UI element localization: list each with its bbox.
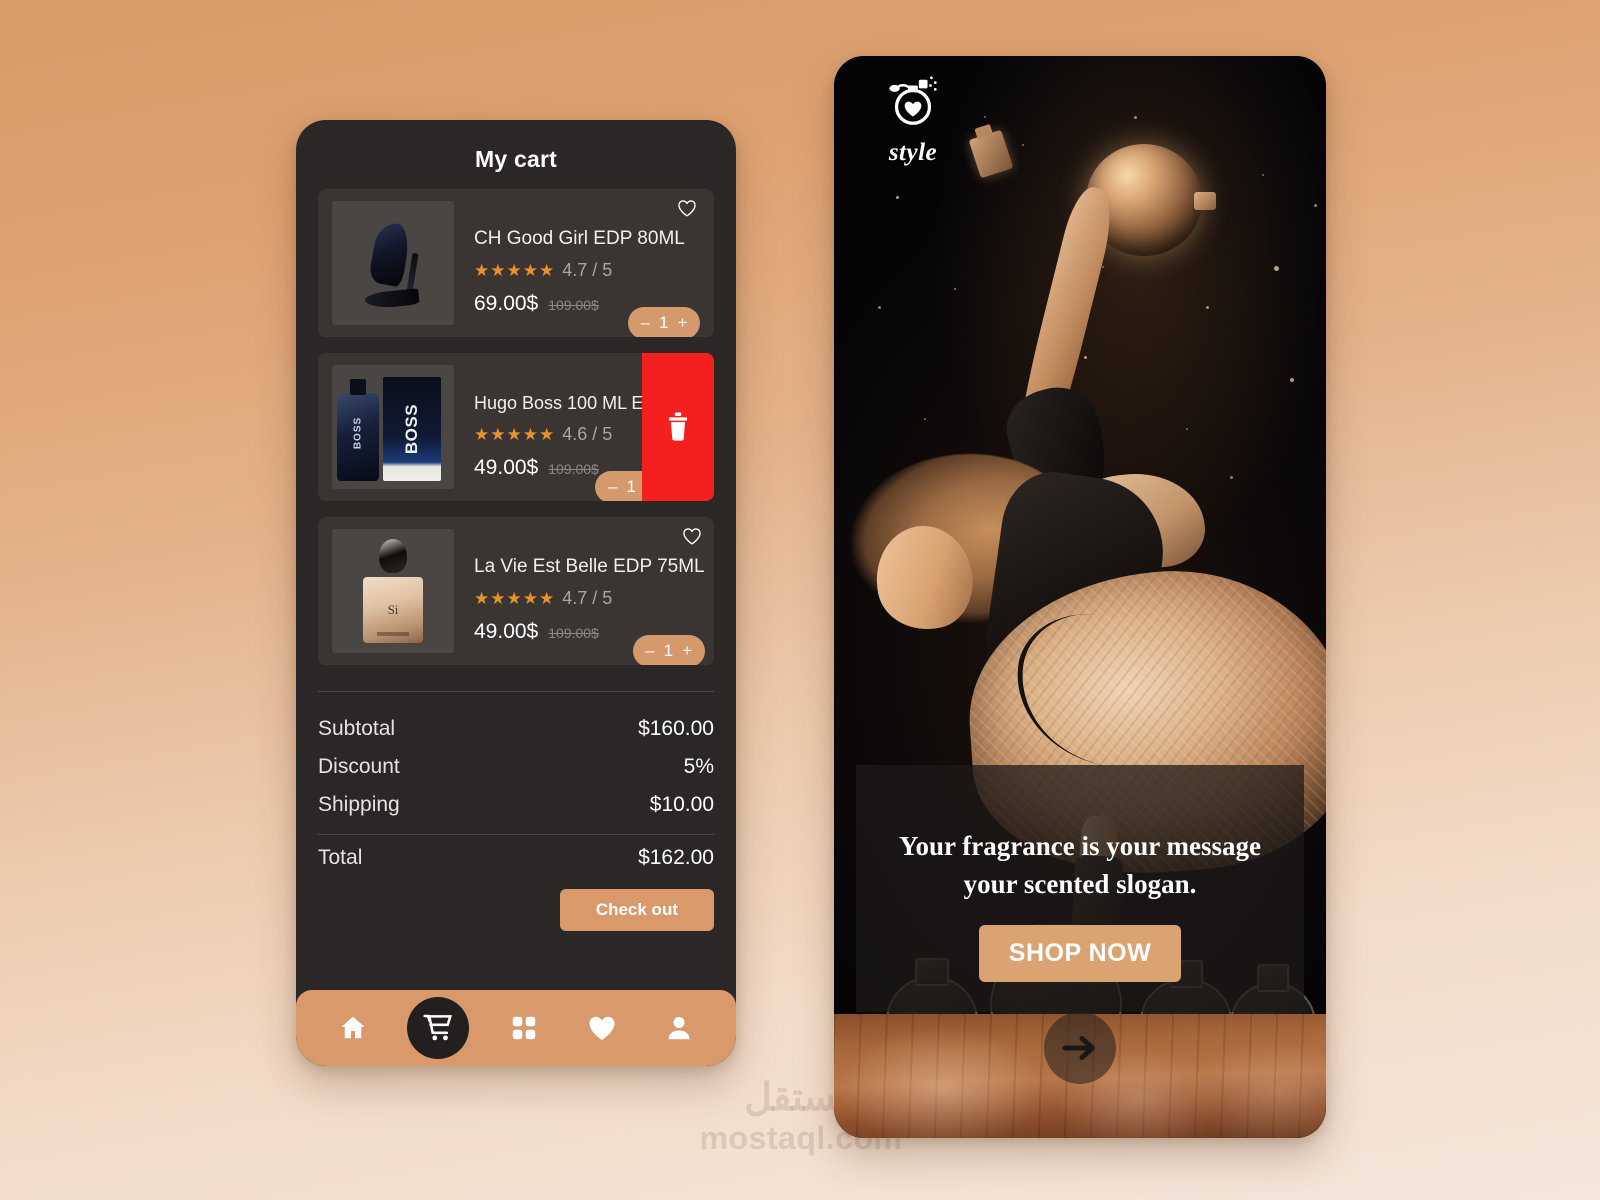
product-thumbnail[interactable]: BOSS — [332, 365, 454, 489]
quantity-value: 1 — [626, 477, 636, 496]
high-heel-bottle-art — [359, 215, 427, 311]
promo-slogan-line-1: Your fragrance is your message — [899, 831, 1261, 861]
next-slide-button[interactable] — [1044, 1012, 1116, 1084]
boss-box-label: BOSS — [402, 403, 421, 455]
summary-row-discount: Discount 5% — [318, 748, 714, 786]
product-name: La Vie Est Belle EDP 75ML — [474, 556, 705, 577]
current-price: 49.00$ — [474, 456, 539, 479]
quantity-value: 1 — [659, 313, 669, 332]
subtotal-value: $160.00 — [638, 717, 714, 740]
product-rating: ★★★★★ 4.7 / 5 — [474, 260, 700, 281]
shop-now-button[interactable]: SHOP NOW — [978, 925, 1182, 982]
original-price: 109.00$ — [548, 461, 599, 477]
quantity-stepper[interactable]: – 1 + — [632, 635, 705, 665]
checkout-area: Check out — [318, 889, 714, 931]
summary-divider — [318, 834, 714, 835]
summary-row-total: Total $162.00 — [318, 839, 714, 877]
heart-filled-icon — [589, 1016, 615, 1040]
trash-icon — [668, 412, 688, 441]
grid-categories-icon — [512, 1016, 536, 1040]
promo-phone-mockup: style Your fragrance is your message you… — [834, 56, 1326, 1138]
summary-row-subtotal: Subtotal $160.00 — [318, 710, 714, 748]
decrease-quantity-button[interactable]: – — [641, 313, 650, 333]
cart-phone-mockup: My cart CH Good Girl EDP 80ML ★★★★★ 4.7 … — [296, 120, 736, 1066]
cart-item-row[interactable]: BOSS Hugo Boss 100 ML EDT ★★★★★ 4.6 / 5 … — [318, 353, 714, 501]
summary-row-shipping: Shipping $10.00 — [318, 786, 714, 824]
shipping-label: Shipping — [318, 793, 400, 816]
increase-quantity-button[interactable]: + — [678, 313, 688, 333]
bottom-navigation-bar — [296, 990, 736, 1066]
nav-item-cart[interactable] — [407, 997, 470, 1059]
si-bottle-label: Si — [387, 602, 399, 617]
shipping-value: $10.00 — [649, 793, 714, 816]
product-rating: ★★★★★ 4.7 / 5 — [474, 588, 705, 609]
original-price: 109.00$ — [548, 297, 599, 313]
cart-item-list: CH Good Girl EDP 80ML ★★★★★ 4.7 / 5 69.0… — [296, 189, 736, 665]
product-details: CH Good Girl EDP 80ML ★★★★★ 4.7 / 5 69.0… — [454, 200, 700, 337]
quantity-value: 1 — [663, 641, 674, 660]
star-rating-icons: ★★★★★ — [474, 589, 556, 608]
rating-value: 4.7 / 5 — [562, 588, 613, 608]
nav-item-categories[interactable] — [501, 1005, 547, 1051]
shopping-cart-icon — [423, 1014, 453, 1041]
quantity-stepper[interactable]: – 1 + — [628, 307, 700, 337]
total-label: Total — [318, 846, 363, 869]
star-rating-icons: ★★★★★ — [474, 425, 556, 444]
page-title: My cart — [475, 146, 557, 172]
heart-outline-icon[interactable] — [681, 525, 703, 547]
cart-item-row[interactable]: CH Good Girl EDP 80ML ★★★★★ 4.7 / 5 69.0… — [318, 189, 714, 337]
decrease-quantity-button[interactable]: – — [645, 641, 654, 661]
discount-value: 5% — [683, 755, 714, 778]
nav-item-profile[interactable] — [656, 1005, 702, 1051]
heart-outline-icon[interactable] — [676, 197, 698, 219]
rating-value: 4.7 / 5 — [562, 260, 613, 280]
promo-slogan-line-2: your scented slogan. — [963, 869, 1197, 899]
nav-item-home[interactable] — [330, 1005, 376, 1051]
product-thumbnail[interactable]: Si — [332, 529, 454, 653]
perfume-bottle-heart-logo-icon — [889, 76, 937, 125]
brand-logo[interactable]: style — [870, 70, 956, 167]
star-rating-icons: ★★★★★ — [474, 261, 556, 280]
si-bottle-art: Si — [356, 539, 430, 643]
floating-mini-bottle — [968, 129, 1014, 179]
subtotal-label: Subtotal — [318, 717, 396, 740]
arrow-right-icon — [1062, 1036, 1095, 1060]
original-price: 109.00$ — [548, 625, 599, 641]
product-rating: ★★★★★ 4.6 / 5 — [474, 424, 667, 445]
product-thumbnail[interactable] — [332, 201, 454, 325]
nav-item-favorites[interactable] — [579, 1005, 625, 1051]
delete-item-button[interactable] — [642, 353, 714, 501]
current-price: 69.00$ — [474, 292, 539, 315]
product-name: Hugo Boss 100 ML EDT — [474, 393, 668, 413]
user-profile-icon — [668, 1017, 690, 1040]
promo-text-card: Your fragrance is your message your scen… — [856, 765, 1304, 1012]
home-icon — [341, 1016, 365, 1039]
increase-quantity-button[interactable]: + — [682, 641, 692, 661]
rating-value: 4.6 / 5 — [562, 424, 613, 444]
checkout-button[interactable]: Check out — [559, 889, 714, 931]
order-summary: Subtotal $160.00 Discount 5% Shipping $1… — [318, 691, 714, 877]
boss-bottle-box-art: BOSS — [337, 373, 449, 481]
product-name: CH Good Girl EDP 80ML — [474, 228, 685, 249]
discount-label: Discount — [318, 755, 400, 778]
current-price: 49.00$ — [474, 620, 539, 643]
decrease-quantity-button[interactable]: – — [608, 477, 617, 497]
total-value: $162.00 — [638, 846, 714, 869]
product-details: La Vie Est Belle EDP 75ML ★★★★★ 4.7 / 5 … — [454, 528, 705, 665]
cart-item-row[interactable]: Si La Vie Est Belle EDP 75ML ★★★★★ 4.7 /… — [318, 517, 714, 665]
logo-wordmark: style — [888, 139, 938, 166]
